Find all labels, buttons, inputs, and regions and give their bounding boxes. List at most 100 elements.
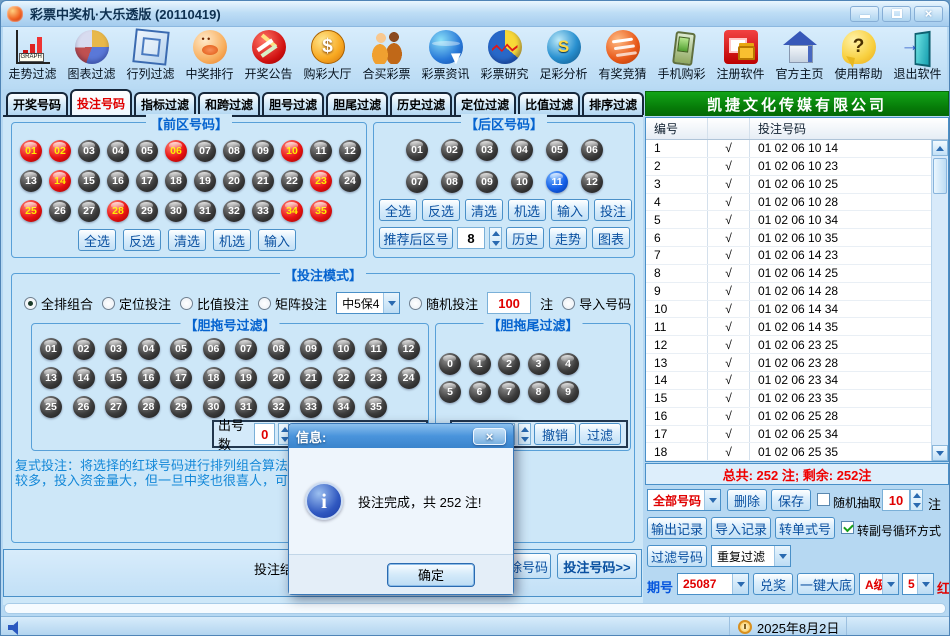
table-row[interactable]: 6 √ 01 02 06 10 35	[646, 229, 931, 247]
import-records-button[interactable]: 导入记录	[711, 517, 771, 539]
front-zone-button[interactable]: 反选	[123, 229, 161, 251]
tab[interactable]: 投注号码	[70, 89, 132, 115]
front-ball[interactable]: 28	[107, 200, 129, 222]
toolbar-button[interactable]: 走势过滤	[3, 27, 62, 89]
tab[interactable]: 指标过滤	[134, 92, 196, 115]
random-count-input[interactable]: 100	[487, 292, 531, 314]
tail-ball[interactable]: 4	[557, 353, 579, 375]
table-row[interactable]: 4 √ 01 02 06 10 28	[646, 194, 931, 212]
front-ball[interactable]: 21	[252, 170, 274, 192]
back-ball[interactable]: 10	[511, 171, 533, 193]
dantuo-ball[interactable]: 09	[300, 338, 322, 360]
toolbar-button[interactable]: 退出软件	[888, 27, 947, 89]
tail-undo-button[interactable]: 撤销	[534, 423, 576, 445]
toolbar-button[interactable]: 手机购彩	[652, 27, 711, 89]
dantuo-ball[interactable]: 13	[40, 367, 62, 389]
tab[interactable]: 比值过滤	[518, 92, 580, 115]
back-zone-button[interactable]: 机选	[508, 199, 546, 221]
loop-mode-checkbox[interactable]	[841, 521, 854, 534]
dantuo-ball[interactable]: 28	[138, 396, 160, 418]
dantuo-ball[interactable]: 15	[105, 367, 127, 389]
front-ball[interactable]: 24	[339, 170, 361, 192]
radio-random-bet[interactable]: 随机投注	[409, 294, 478, 313]
radio-import-numbers[interactable]: 导入号码	[562, 294, 631, 313]
toolbar-button[interactable]: 购彩大厅	[298, 27, 357, 89]
matrix-option-select[interactable]: 中5保4	[336, 292, 400, 314]
dantuo-ball[interactable]: 18	[203, 367, 225, 389]
back-ball[interactable]: 06	[581, 139, 603, 161]
toolbar-button[interactable]: 开奖公告	[239, 27, 298, 89]
tail-ball[interactable]: 2	[498, 353, 520, 375]
back-ball[interactable]: 09	[476, 171, 498, 193]
toolbar-button[interactable]: 彩票资讯	[416, 27, 475, 89]
tail-ball[interactable]: 8	[528, 381, 550, 403]
front-ball[interactable]: 29	[136, 200, 158, 222]
toolbar-button[interactable]: 图表过滤	[62, 27, 121, 89]
onekey-base-button[interactable]: 一键大底	[797, 573, 855, 595]
delete-button[interactable]: 删除	[727, 489, 767, 511]
dantuo-ball[interactable]: 35	[365, 396, 387, 418]
tail-count-stepper[interactable]	[518, 423, 531, 445]
dantuo-ball[interactable]: 05	[170, 338, 192, 360]
tail-ball[interactable]: 1	[469, 353, 491, 375]
tail-ball[interactable]: 0	[439, 353, 461, 375]
dantuo-ball[interactable]: 02	[73, 338, 95, 360]
dantuo-ball[interactable]: 08	[268, 338, 290, 360]
grade-select[interactable]: A级	[859, 573, 899, 595]
front-ball[interactable]: 01	[20, 140, 42, 162]
toolbar-button[interactable]: 合买彩票	[357, 27, 416, 89]
front-zone-button[interactable]: 机选	[213, 229, 251, 251]
convert-single-button[interactable]: 转单式号	[775, 517, 835, 539]
toolbar-button[interactable]: 有奖竞猜	[593, 27, 652, 89]
back-zone-tool-button[interactable]: 走势	[549, 227, 587, 249]
tab[interactable]: 和跨过滤	[198, 92, 260, 115]
front-ball[interactable]: 33	[252, 200, 274, 222]
toolbar-button[interactable]: 使用帮助	[829, 27, 888, 89]
front-ball[interactable]: 05	[136, 140, 158, 162]
tab[interactable]: 排序过滤	[582, 92, 644, 115]
tab[interactable]: 定位过滤	[454, 92, 516, 115]
toolbar-button[interactable]: 官方主页	[770, 27, 829, 89]
front-ball[interactable]: 13	[20, 170, 42, 192]
random-pick-count-input[interactable]: 10	[882, 489, 910, 511]
table-row[interactable]: 13 √ 01 02 06 23 28	[646, 354, 931, 372]
table-row[interactable]: 17 √ 01 02 06 25 34	[646, 426, 931, 444]
back-zone-button[interactable]: 清选	[465, 199, 503, 221]
front-ball[interactable]: 15	[78, 170, 100, 192]
back-zone-tool-button[interactable]: 图表	[592, 227, 630, 249]
scroll-up-button[interactable]	[932, 140, 948, 156]
grade-count-select[interactable]: 5	[902, 573, 934, 595]
dantuo-ball[interactable]: 07	[235, 338, 257, 360]
dantuo-ball[interactable]: 19	[235, 367, 257, 389]
radio-matrix-bet[interactable]: 矩阵投注	[258, 294, 327, 313]
recommend-back-button[interactable]: 推荐后区号	[379, 227, 453, 249]
table-row[interactable]: 18 √ 01 02 06 25 35	[646, 443, 931, 461]
radio-full-combo[interactable]: 全排组合	[24, 294, 93, 313]
radio-ratio-bet[interactable]: 比值投注	[180, 294, 249, 313]
recommend-count-stepper[interactable]	[489, 227, 502, 249]
dialog-close-button[interactable]: ×	[473, 428, 506, 445]
front-ball[interactable]: 06	[165, 140, 187, 162]
back-ball[interactable]: 08	[441, 171, 463, 193]
front-ball[interactable]: 09	[252, 140, 274, 162]
front-ball[interactable]: 17	[136, 170, 158, 192]
redeem-button[interactable]: 兑奖	[753, 573, 793, 595]
front-ball[interactable]: 16	[107, 170, 129, 192]
duplicate-filter-select[interactable]: 重复过滤	[711, 545, 791, 567]
random-pick-stepper[interactable]	[910, 489, 923, 511]
toolbar-button[interactable]: 中奖排行	[180, 27, 239, 89]
issue-select[interactable]: 25087	[677, 573, 749, 595]
back-zone-tool-button[interactable]: 历史	[506, 227, 544, 249]
count-from-input[interactable]: 0	[254, 423, 275, 445]
dantuo-ball[interactable]: 22	[333, 367, 355, 389]
back-zone-button[interactable]: 反选	[422, 199, 460, 221]
front-ball[interactable]: 25	[20, 200, 42, 222]
dantuo-ball[interactable]: 27	[105, 396, 127, 418]
dantuo-ball[interactable]: 11	[365, 338, 387, 360]
dantuo-ball[interactable]: 20	[268, 367, 290, 389]
close-button[interactable]: ×	[914, 6, 943, 22]
front-ball[interactable]: 08	[223, 140, 245, 162]
front-ball[interactable]: 19	[194, 170, 216, 192]
front-ball[interactable]: 14	[49, 170, 71, 192]
front-ball[interactable]: 03	[78, 140, 100, 162]
